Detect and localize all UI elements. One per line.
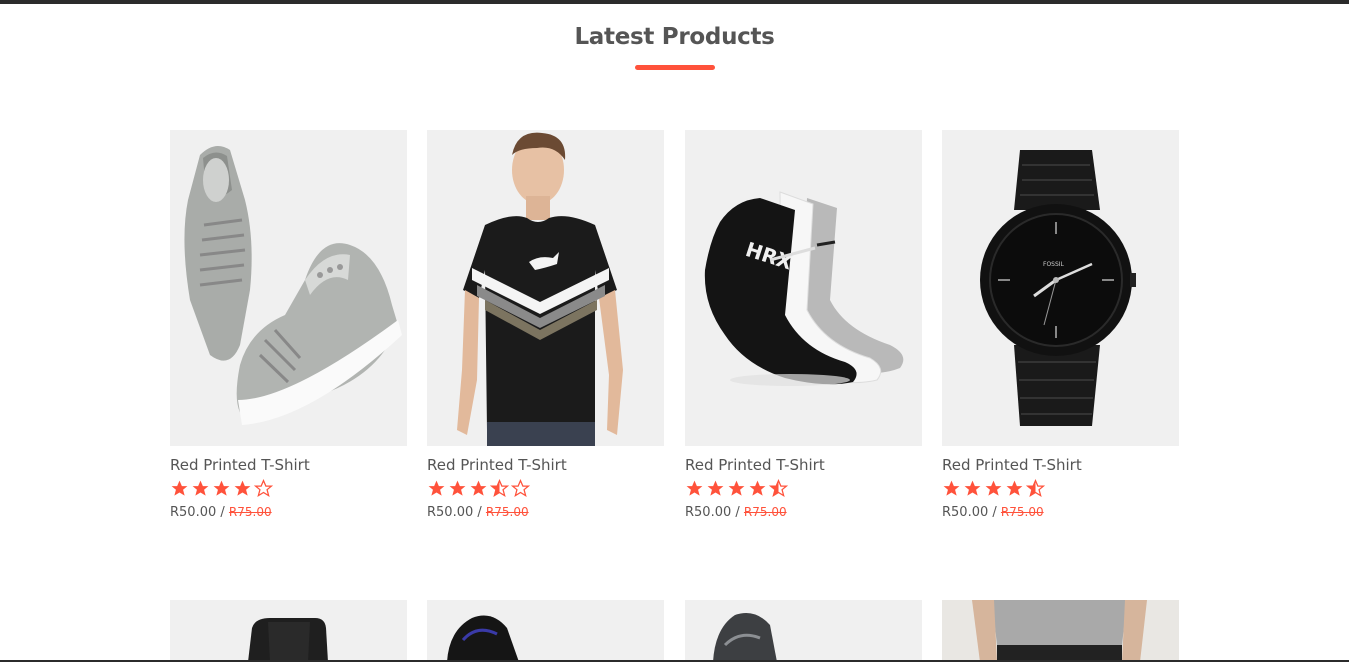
price-separator: / <box>220 505 225 520</box>
star-filled-icon <box>171 480 188 496</box>
rating-stars <box>427 479 664 501</box>
star-filled-icon <box>470 480 487 496</box>
price-separator: / <box>735 505 740 520</box>
product-price: R50.00 / R75.00 <box>427 505 664 520</box>
star-filled-icon <box>234 480 251 496</box>
rating-stars <box>170 479 407 501</box>
star-half-icon <box>1026 479 1045 497</box>
current-price: R50.00 <box>427 505 474 520</box>
old-price: R75.00 <box>1000 505 1044 519</box>
old-price: R75.00 <box>228 505 272 519</box>
star-filled-icon <box>686 480 703 496</box>
star-filled-icon <box>449 480 466 496</box>
star-filled-icon <box>707 480 724 496</box>
current-price: R50.00 <box>685 505 732 520</box>
product-image-grey-shirt[interactable] <box>942 600 1179 662</box>
product-image-black-sneaker[interactable] <box>427 600 664 662</box>
product-price: R50.00 / R75.00 <box>685 505 922 520</box>
star-filled-icon <box>428 480 445 496</box>
product-image-tshirt[interactable] <box>427 130 664 446</box>
product-card[interactable] <box>427 600 664 662</box>
old-price: R75.00 <box>743 505 787 519</box>
product-name[interactable]: Red Printed T-Shirt <box>170 456 407 474</box>
product-image-watch[interactable]: FOSSIL <box>942 130 1179 446</box>
product-name[interactable]: Red Printed T-Shirt <box>942 456 1179 474</box>
price-separator: / <box>477 505 482 520</box>
product-card[interactable] <box>170 600 407 662</box>
old-price: R75.00 <box>485 505 529 519</box>
product-name[interactable]: Red Printed T-Shirt <box>685 456 922 474</box>
product-card[interactable]: Red Printed T-Shirt R50.00 / R75.00 <box>170 130 407 520</box>
product-card[interactable] <box>685 600 922 662</box>
product-card[interactable]: FOSSIL Red Printed T-Shirt R50.00 / R75.… <box>942 130 1179 520</box>
star-empty-icon <box>511 479 530 497</box>
product-price: R50.00 / R75.00 <box>942 505 1179 520</box>
product-card[interactable]: HRX Red Printed T-Shirt R50.00 / R75.00 <box>685 130 922 520</box>
title-underline <box>635 65 715 70</box>
product-card[interactable] <box>942 600 1179 662</box>
star-filled-icon <box>943 480 960 496</box>
current-price: R50.00 <box>170 505 217 520</box>
star-filled-icon <box>728 480 745 496</box>
star-filled-icon <box>1006 480 1023 496</box>
product-image-sneakers[interactable] <box>170 130 407 446</box>
star-empty-icon <box>254 479 273 497</box>
product-card[interactable]: Red Printed T-Shirt R50.00 / R75.00 <box>427 130 664 520</box>
star-filled-icon <box>192 480 209 496</box>
section-title: Latest Products <box>574 24 775 50</box>
rating-stars <box>942 479 1179 501</box>
top-border <box>0 0 1349 4</box>
product-name[interactable]: Red Printed T-Shirt <box>427 456 664 474</box>
current-price: R50.00 <box>942 505 989 520</box>
product-image-black-shoe[interactable] <box>170 600 407 662</box>
star-half-icon <box>769 479 788 497</box>
product-image-grey-shoe[interactable] <box>685 600 922 662</box>
price-separator: / <box>992 505 997 520</box>
star-filled-icon <box>985 480 1002 496</box>
star-filled-icon <box>213 480 230 496</box>
product-image-socks[interactable]: HRX <box>685 130 922 446</box>
rating-stars <box>685 479 922 501</box>
watch-brand-text: FOSSIL <box>1043 261 1065 268</box>
star-filled-icon <box>964 480 981 496</box>
star-filled-icon <box>749 480 766 496</box>
product-price: R50.00 / R75.00 <box>170 505 407 520</box>
star-half-icon <box>490 479 509 497</box>
